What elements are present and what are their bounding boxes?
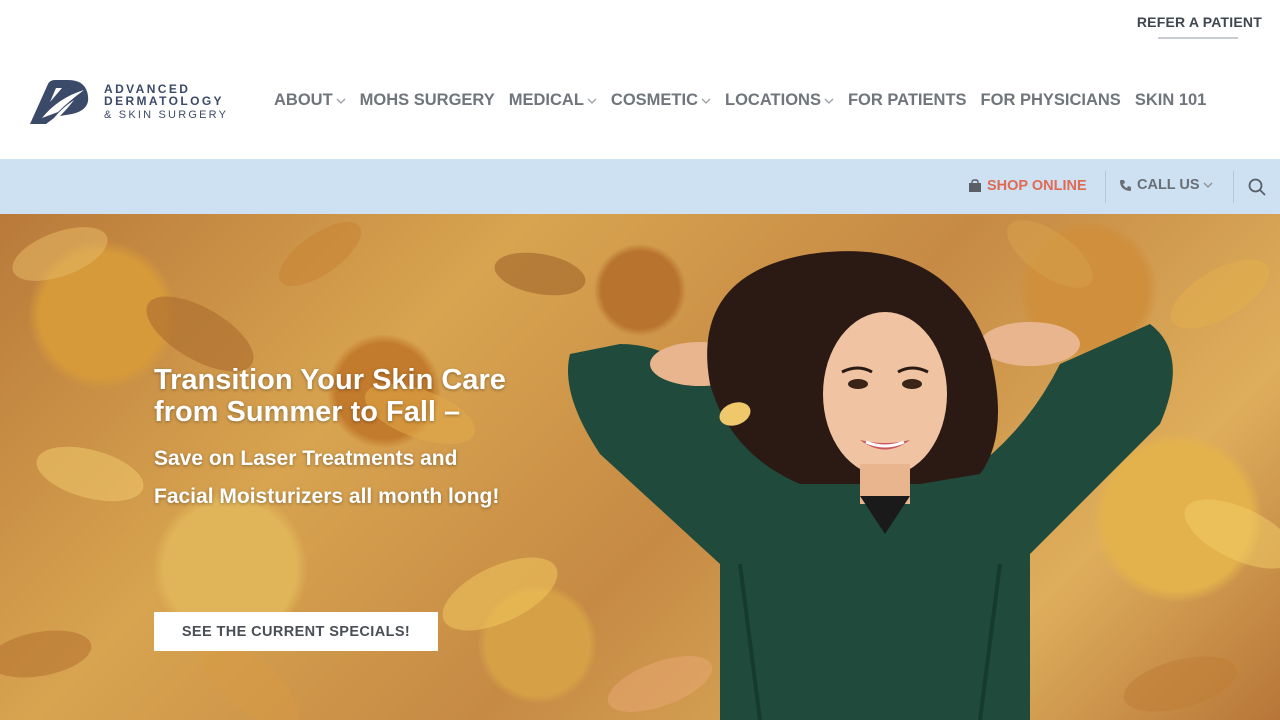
utility-bar: REFER A PATIENT	[0, 0, 1280, 44]
nav-item-for-physicians[interactable]: FOR PHYSICIANS	[981, 91, 1121, 110]
nav-item-label: MEDICAL	[508, 91, 584, 109]
divider	[1233, 171, 1234, 203]
chevron-down-icon	[701, 98, 711, 104]
see-specials-button[interactable]: SEE THE CURRENT SPECIALS!	[154, 612, 438, 651]
site-header: ADVANCED DERMATOLOGY & SKIN SURGERY ABOU…	[0, 44, 1280, 159]
chevron-down-icon	[336, 98, 346, 104]
logo-mark-icon	[30, 80, 89, 124]
shopping-bag-icon	[969, 179, 981, 192]
divider	[1105, 171, 1106, 203]
hero-title: Transition Your Skin Care from Summer to…	[154, 364, 506, 428]
nav-item-label: COSMETIC	[610, 91, 699, 109]
nav-item-cosmetic[interactable]: COSMETIC	[611, 91, 711, 110]
main-nav: ABOUT MOHS SURGERY MEDICAL COSMETIC LOCA…	[274, 91, 1206, 110]
site-logo[interactable]: ADVANCED DERMATOLOGY & SKIN SURGERY	[28, 78, 228, 126]
nav-item-about[interactable]: ABOUT	[274, 91, 346, 110]
refer-underline	[1158, 37, 1238, 39]
phone-icon	[1120, 179, 1131, 191]
chevron-down-icon	[824, 98, 834, 104]
hero-subtitle: Save on Laser Treatments and Facial Mois…	[154, 447, 500, 508]
nav-item-label: FOR PATIENTS	[847, 91, 967, 109]
shop-online-link[interactable]: SHOP ONLINE	[968, 178, 1087, 194]
secondary-bar: SHOP ONLINE CALL US	[0, 159, 1280, 214]
logo-line-3: & SKIN SURGERY	[104, 108, 229, 121]
nav-item-locations[interactable]: LOCATIONS	[725, 91, 834, 110]
search-icon[interactable]	[1247, 177, 1267, 197]
nav-item-medical[interactable]: MEDICAL	[509, 91, 597, 110]
refer-a-patient-link[interactable]: REFER A PATIENT	[1137, 14, 1262, 30]
chevron-down-icon	[1203, 182, 1213, 188]
hero-banner: Transition Your Skin Care from Summer to…	[0, 214, 1280, 720]
logo-text: ADVANCED DERMATOLOGY & SKIN SURGERY	[104, 83, 228, 122]
nav-item-mohs-surgery[interactable]: MOHS SURGERY	[360, 91, 495, 110]
call-us-dropdown[interactable]: CALL US	[1119, 177, 1213, 193]
logo-line-2: DERMATOLOGY	[104, 94, 224, 109]
woman-in-leaves-image	[568, 251, 1173, 720]
nav-item-for-patients[interactable]: FOR PATIENTS	[848, 91, 967, 110]
hero-copy: Transition Your Skin Care from Summer to…	[154, 364, 514, 516]
nav-item-label: ABOUT	[274, 91, 333, 109]
nav-item-label: LOCATIONS	[725, 91, 821, 109]
call-us-label: CALL US	[1137, 177, 1200, 193]
nav-item-label: FOR PHYSICIANS	[980, 91, 1121, 109]
nav-item-skin-101[interactable]: SKIN 101	[1135, 91, 1207, 110]
nav-item-label: SKIN 101	[1134, 91, 1207, 109]
shop-online-label: SHOP ONLINE	[987, 178, 1087, 194]
nav-item-label: MOHS SURGERY	[359, 91, 495, 109]
chevron-down-icon	[587, 98, 597, 104]
